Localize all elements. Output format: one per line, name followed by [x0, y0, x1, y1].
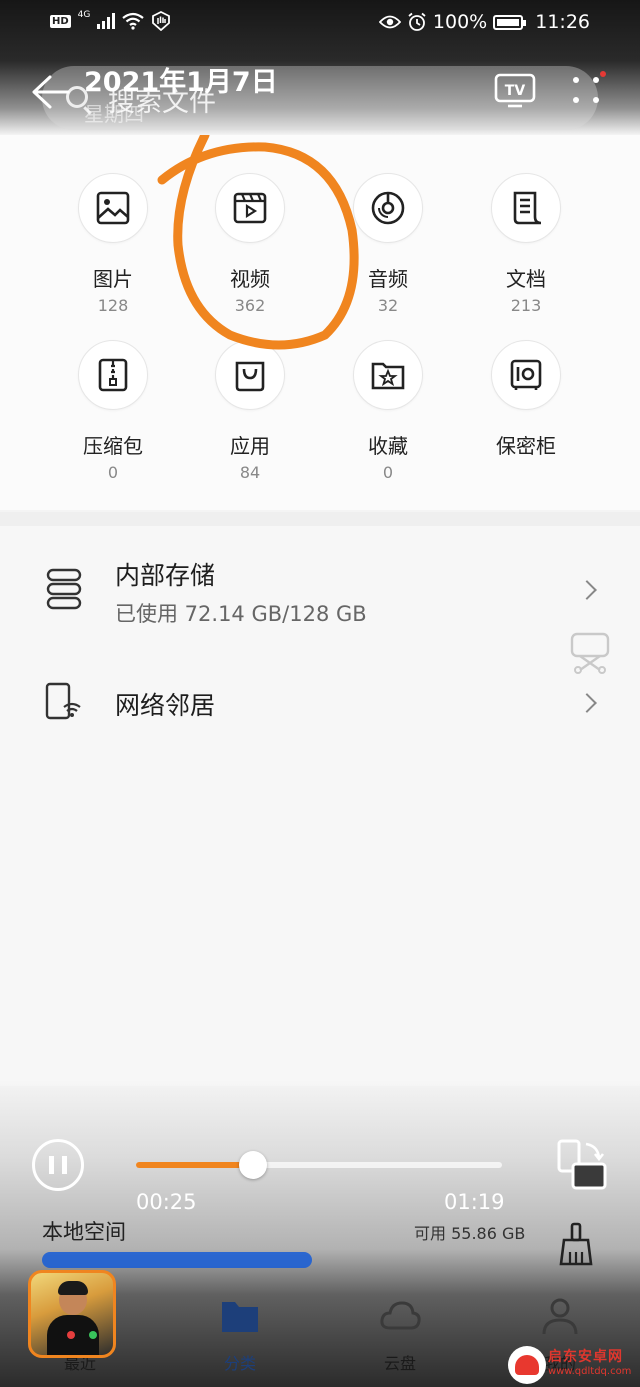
category-audio[interactable]: 音频 32 — [328, 173, 448, 315]
category-apps[interactable]: 应用 84 — [190, 340, 310, 482]
category-safe[interactable]: 保密柜 — [466, 340, 586, 459]
category-count: 0 — [107, 463, 119, 482]
battery-percent: 100% — [432, 11, 488, 33]
pause-icon-bar — [62, 1156, 67, 1174]
eye-icon — [378, 15, 401, 29]
status-bar: HD 4G 100% 11:26 — [0, 0, 640, 46]
chevron-right-icon — [577, 580, 597, 600]
hand-icon — [152, 11, 171, 31]
internal-storage-usage: 已使用 72.14 GB/128 GB — [115, 602, 367, 626]
app-bag-icon — [215, 340, 285, 410]
category-favorites[interactable]: 收藏 0 — [328, 340, 448, 482]
video-date-title: 2021年1月7日 — [84, 67, 278, 98]
seek-knob[interactable] — [239, 1151, 268, 1179]
floating-video-thumbnail[interactable] — [28, 1270, 116, 1358]
pause-icon-bar — [49, 1156, 54, 1174]
back-arrow-icon[interactable] — [30, 74, 70, 110]
internal-storage-title: 内部存储 — [115, 561, 216, 590]
network-type: 4G — [77, 9, 91, 20]
favorite-folder-icon — [353, 340, 423, 410]
archive-icon — [78, 340, 148, 410]
tv-cast-icon[interactable]: TV — [494, 72, 536, 108]
category-label: 音频 — [368, 267, 408, 291]
category-label: 保密柜 — [496, 434, 556, 458]
safe-icon — [491, 340, 561, 410]
category-grid: 图片 128 视频 362 音频 32 文档 213 压缩包 0 应用 84 收… — [0, 135, 640, 510]
category-archives[interactable]: 压缩包 0 — [53, 340, 173, 482]
alarm-icon — [408, 12, 426, 31]
tv-label: TV — [505, 83, 526, 99]
category-documents[interactable]: 文档 213 — [466, 173, 586, 315]
category-count: 0 — [382, 463, 394, 482]
category-label: 文档 — [506, 267, 546, 291]
wifi-icon — [122, 12, 145, 30]
section-divider — [0, 512, 640, 526]
folder-icon — [222, 1302, 258, 1332]
more-options-icon[interactable] — [566, 70, 606, 110]
audio-icon — [353, 173, 423, 243]
document-icon — [491, 173, 561, 243]
signal-icon — [97, 13, 116, 29]
image-icon — [78, 173, 148, 243]
cloud-icon — [380, 1301, 421, 1330]
hd-badge: HD — [50, 14, 71, 28]
video-icon — [215, 173, 285, 243]
tab-cloud[interactable]: 云盘 — [320, 1276, 480, 1387]
category-count: 213 — [510, 296, 542, 315]
clock-time: 11:26 — [535, 11, 590, 33]
watermark-logo-icon — [508, 1346, 546, 1384]
tab-label: 分类 — [223, 1354, 256, 1373]
status-left: HD 4G — [50, 9, 171, 31]
category-label: 视频 — [230, 267, 270, 291]
network-neighbor-row[interactable]: 网络邻居 — [0, 656, 640, 752]
category-label: 应用 — [230, 434, 270, 458]
network-phone-icon — [45, 682, 81, 720]
battery-icon — [493, 14, 527, 30]
watermark-title: 启东安卓网 — [548, 1349, 623, 1365]
tab-label: 云盘 — [383, 1354, 416, 1373]
local-space-usage-bar — [42, 1252, 312, 1268]
video-date-weekday: 星期四 — [84, 102, 144, 126]
thumbnail-person-hair — [58, 1281, 88, 1295]
storage-stack-icon — [46, 568, 82, 610]
thumbnail-red-dot — [67, 1331, 75, 1339]
network-neighbor-title: 网络邻居 — [115, 691, 216, 720]
storage-list: 内部存储 已使用 72.14 GB/128 GB 网络邻居 — [0, 526, 640, 1086]
category-label: 压缩包 — [83, 434, 143, 458]
tab-category[interactable]: 分类 — [160, 1276, 320, 1387]
category-count: 362 — [234, 296, 266, 315]
category-count: 32 — [377, 296, 399, 315]
seek-progress-fill — [136, 1162, 254, 1168]
person-icon — [542, 1298, 578, 1335]
local-space-label: 本地空间 — [42, 1220, 126, 1244]
clean-broom-icon[interactable] — [558, 1222, 594, 1266]
status-right: 100% 11:26 — [378, 11, 590, 33]
seek-bar[interactable] — [136, 1151, 502, 1179]
category-images[interactable]: 图片 128 — [53, 173, 173, 315]
category-label: 图片 — [93, 267, 133, 291]
thumbnail-green-dot — [89, 1331, 97, 1339]
chevron-right-icon — [577, 693, 597, 713]
site-watermark: 启东安卓网 www.qdltdq.com — [508, 1344, 640, 1387]
internal-storage-row[interactable]: 内部存储 已使用 72.14 GB/128 GB — [0, 526, 640, 656]
total-time: 01:19 — [444, 1190, 505, 1214]
watermark-url: www.qdltdq.com — [548, 1366, 632, 1377]
category-count: 128 — [97, 296, 129, 315]
pause-button[interactable] — [32, 1139, 84, 1191]
available-space: 可用 55.86 GB — [414, 1224, 526, 1243]
current-time: 00:25 — [136, 1190, 197, 1214]
rotate-screen-icon[interactable] — [556, 1138, 608, 1192]
floating-scissors-icon[interactable] — [570, 632, 610, 674]
category-label: 收藏 — [368, 434, 408, 458]
category-count: 84 — [239, 463, 261, 482]
category-videos[interactable]: 视频 362 — [190, 173, 310, 315]
